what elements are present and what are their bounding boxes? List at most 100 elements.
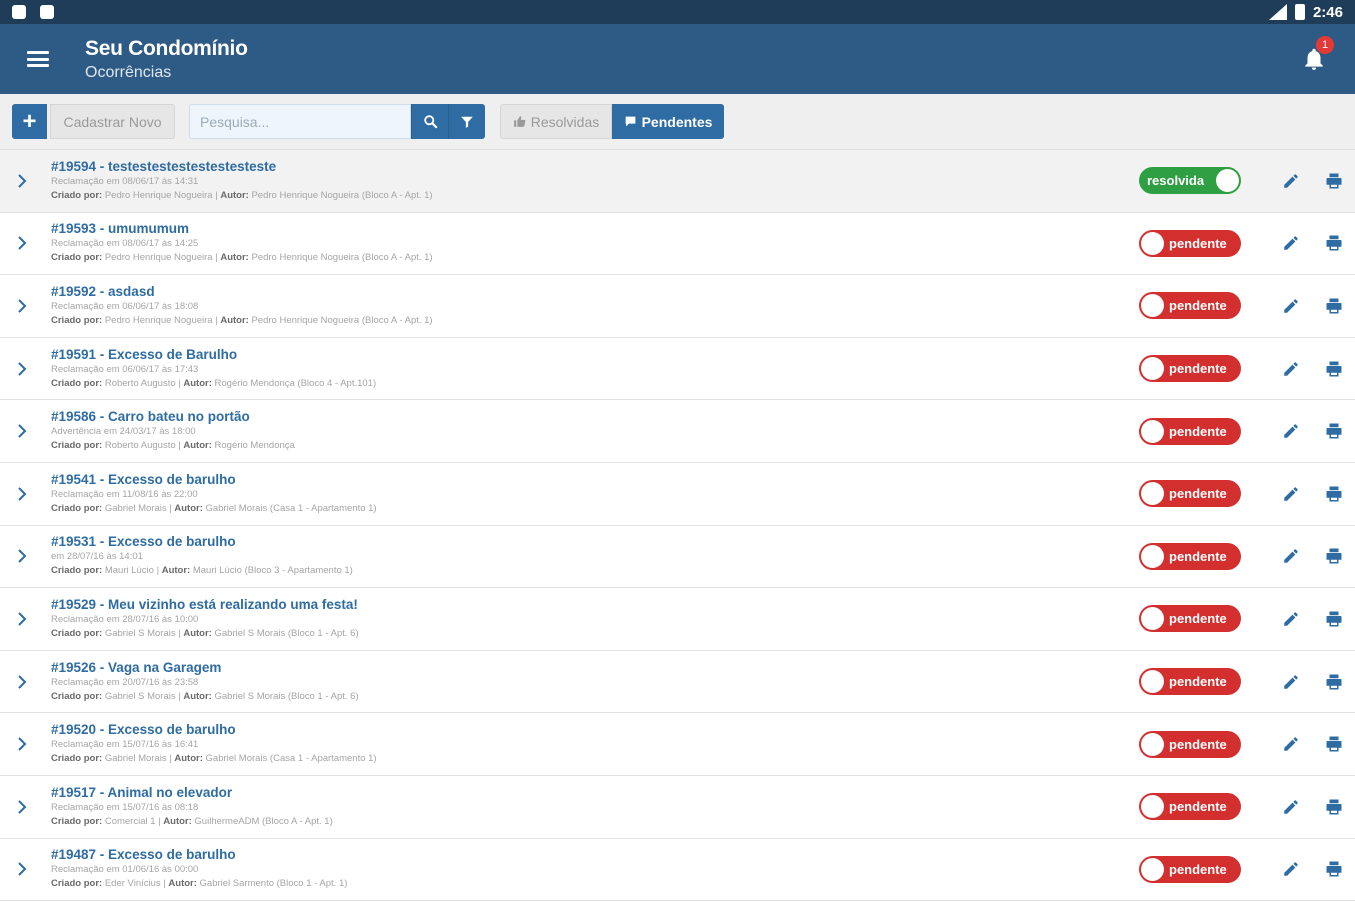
- status-toggle[interactable]: pendente: [1139, 730, 1241, 758]
- printer-icon[interactable]: [1325, 735, 1343, 753]
- printer-icon[interactable]: [1325, 172, 1343, 190]
- status-toggle[interactable]: pendente: [1139, 793, 1241, 821]
- pencil-icon[interactable]: [1282, 735, 1300, 753]
- occurrence-row[interactable]: #19586 - Carro bateu no portão Advertênci…: [0, 400, 1355, 463]
- created-by: Gabriel Morais: [104, 753, 167, 765]
- expand-button[interactable]: [0, 173, 44, 189]
- resolvidas-button[interactable]: Resolvidas: [500, 104, 612, 139]
- status-toggle[interactable]: pendente: [1139, 355, 1241, 383]
- status-toggle[interactable]: pendente: [1139, 855, 1241, 883]
- menu-button[interactable]: [0, 24, 76, 94]
- occurrence-list: #19594 - testestestestestestesteste Recla…: [0, 150, 1355, 901]
- occurrence-row[interactable]: #19541 - Excesso de barulho Reclamação em…: [0, 462, 1355, 526]
- status-label: pendente: [1169, 298, 1227, 314]
- expand-button[interactable]: [0, 674, 44, 690]
- pencil-icon[interactable]: [1282, 610, 1300, 628]
- author: Gabriel S Morais (Bloco 1 - Apt. 6): [214, 627, 359, 639]
- toggle-knob: [1141, 857, 1164, 881]
- chevron-right-icon: [18, 174, 27, 188]
- search-button[interactable]: [411, 104, 448, 139]
- status-toggle[interactable]: pendente: [1139, 229, 1241, 257]
- add-button[interactable]: +: [12, 104, 47, 139]
- filter-icon: [461, 116, 473, 128]
- pencil-icon[interactable]: [1282, 234, 1300, 252]
- autor-label: Autor:: [220, 252, 249, 264]
- autor-label: Autor:: [183, 627, 212, 639]
- author: Mauri Lúcio (Bloco 3 - Apartamento 1): [192, 565, 353, 577]
- toggle-knob: [1141, 732, 1164, 756]
- occurrence-row[interactable]: #19517 - Animal no elevador Reclamação em…: [0, 775, 1355, 839]
- occurrence-row[interactable]: #19531 - Excesso de barulho em 28/07/16 à…: [0, 525, 1355, 589]
- created-by: Pedro Henrique Nogueira: [104, 252, 213, 264]
- occurrence-row[interactable]: #19591 - Excesso de Barulho Reclamação em…: [0, 337, 1355, 401]
- status-toggle[interactable]: pendente: [1139, 542, 1241, 570]
- pencil-icon[interactable]: [1282, 547, 1300, 565]
- toggle-knob: [1141, 607, 1164, 631]
- occurrence-row[interactable]: #19526 - Vaga na Garagem Reclamação em 20…: [0, 650, 1355, 714]
- pencil-icon[interactable]: [1282, 360, 1300, 378]
- pendentes-button[interactable]: Pendentes: [612, 104, 724, 139]
- search-input[interactable]: [189, 104, 411, 139]
- pencil-icon[interactable]: [1282, 422, 1300, 440]
- printer-icon[interactable]: [1325, 860, 1343, 878]
- occurrence-row[interactable]: #19594 - testestestestestestesteste Recla…: [0, 150, 1355, 213]
- chevron-right-icon: [18, 612, 27, 626]
- criado-por-label: Criado por:: [51, 753, 103, 765]
- status-toggle[interactable]: pendente: [1139, 668, 1241, 696]
- printer-icon[interactable]: [1325, 610, 1343, 628]
- criado-por-label: Criado por:: [51, 565, 103, 577]
- pencil-icon[interactable]: [1282, 673, 1300, 691]
- printer-icon[interactable]: [1325, 673, 1343, 691]
- chevron-right-icon: [18, 862, 27, 877]
- status-toggle[interactable]: pendente: [1139, 417, 1241, 445]
- author: Gabriel Sarmento (Bloco 1 - Apt. 1): [199, 878, 348, 890]
- expand-button[interactable]: [0, 361, 44, 377]
- printer-icon[interactable]: [1325, 547, 1343, 565]
- autor-label: Autor:: [183, 690, 212, 702]
- printer-icon[interactable]: [1325, 422, 1343, 440]
- criado-por-label: Criado por:: [51, 878, 103, 890]
- thumbs-up-icon: [513, 116, 526, 127]
- printer-icon[interactable]: [1325, 234, 1343, 252]
- occurrence-row[interactable]: #19487 - Excesso de barulho Reclamação em…: [0, 838, 1355, 901]
- status-toggle[interactable]: pendente: [1139, 292, 1241, 320]
- chevron-right-icon: [18, 737, 27, 751]
- pencil-icon[interactable]: [1282, 297, 1300, 315]
- status-toggle[interactable]: pendente: [1139, 605, 1241, 633]
- expand-button[interactable]: [0, 548, 44, 564]
- created-by: Roberto Augusto: [104, 377, 176, 389]
- expand-button[interactable]: [0, 298, 44, 314]
- printer-icon[interactable]: [1325, 798, 1343, 816]
- pencil-icon[interactable]: [1282, 485, 1300, 503]
- status-time: 2:46: [1312, 3, 1343, 21]
- expand-button[interactable]: [0, 486, 44, 502]
- pencil-icon[interactable]: [1282, 860, 1300, 878]
- toggle-knob: [1141, 294, 1164, 318]
- status-toggle[interactable]: resolvida: [1139, 167, 1241, 195]
- chevron-right-icon: [18, 424, 27, 438]
- expand-button[interactable]: [0, 736, 44, 752]
- printer-icon[interactable]: [1325, 485, 1343, 503]
- expand-button[interactable]: [0, 611, 44, 627]
- printer-icon[interactable]: [1325, 297, 1343, 315]
- occurrence-row[interactable]: #19593 - umumumum Reclamação em 08/06/17 …: [0, 212, 1355, 276]
- pencil-icon[interactable]: [1282, 172, 1300, 190]
- status-bar: 2:46: [0, 0, 1355, 24]
- criado-por-label: Criado por:: [51, 627, 103, 639]
- occurrence-row[interactable]: #19529 - Meu vizinho está realizando uma…: [0, 588, 1355, 651]
- occurrence-row[interactable]: #19520 - Excesso de barulho Reclamação em…: [0, 713, 1355, 776]
- status-toggle[interactable]: pendente: [1139, 480, 1241, 508]
- author: GuilhermeADM (Bloco A - Apt. 1): [194, 815, 333, 827]
- status-label: pendente: [1169, 799, 1227, 815]
- pencil-icon[interactable]: [1282, 798, 1300, 816]
- filter-button[interactable]: [448, 104, 485, 139]
- expand-button[interactable]: [0, 799, 44, 815]
- cadastrar-novo-button[interactable]: Cadastrar Novo: [50, 104, 175, 139]
- occurrence-row[interactable]: #19592 - asdasd Reclamação em 06/06/17 às…: [0, 275, 1355, 338]
- expand-button[interactable]: [0, 861, 44, 877]
- pendentes-label: Pendentes: [641, 113, 713, 130]
- printer-icon[interactable]: [1325, 360, 1343, 378]
- expand-button[interactable]: [0, 423, 44, 439]
- status-label: resolvida: [1147, 173, 1205, 189]
- expand-button[interactable]: [0, 235, 44, 251]
